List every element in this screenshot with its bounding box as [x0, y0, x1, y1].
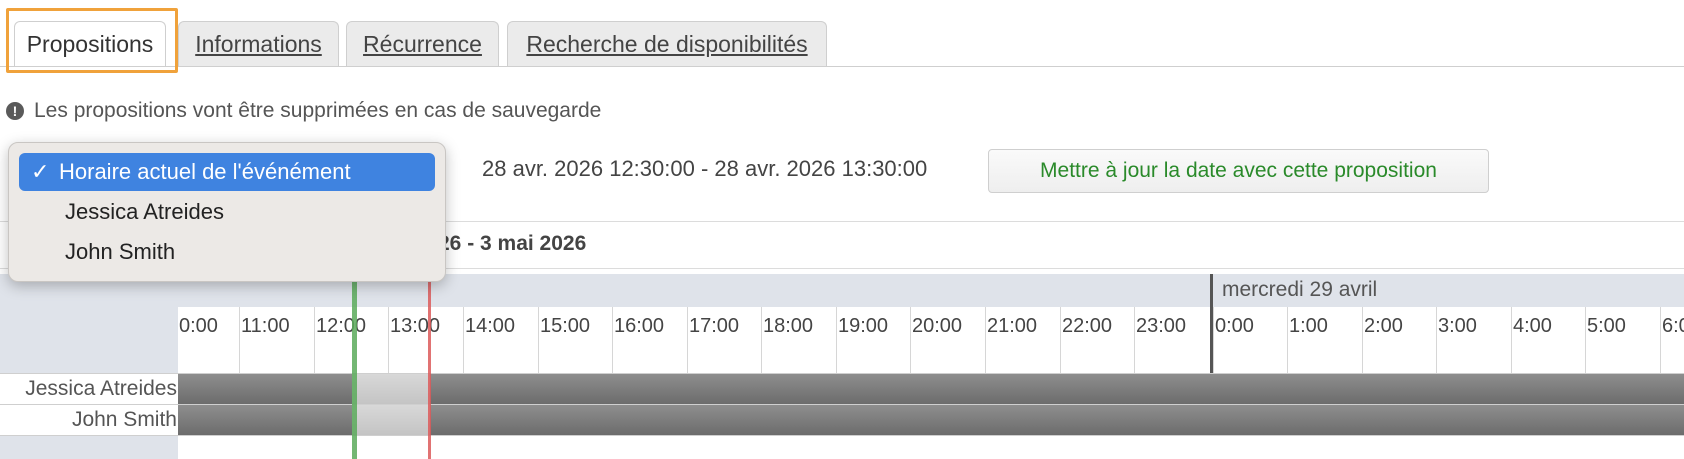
- dropdown-option-current-event[interactable]: ✓ Horaire actuel de l'événément: [19, 153, 435, 191]
- proposition-range: 28 avr. 2026 12:30:00 - 28 avr. 2026 13:…: [482, 156, 928, 181]
- row-separator: [0, 435, 1684, 436]
- day-label: mercredi 29 avril: [1222, 278, 1378, 301]
- proposal-start-marker[interactable]: [352, 282, 357, 459]
- week-range: 26 - 3 mai 2026: [438, 232, 587, 255]
- hour-label: 14:00: [463, 307, 538, 373]
- attendee-label-jessica: Jessica Atreides: [0, 374, 178, 404]
- hour-label: 20:00: [910, 307, 985, 373]
- dropdown-option-john[interactable]: John Smith: [19, 233, 435, 271]
- tab-availability-search[interactable]: Recherche de disponibilités: [507, 21, 827, 66]
- dropdown-option-label: Jessica Atreides: [65, 199, 224, 224]
- update-date-button[interactable]: Mettre à jour la date avec cette proposi…: [988, 149, 1489, 193]
- dropdown-option-label: Horaire actuel de l'événément: [59, 159, 351, 184]
- hour-label: 3:00: [1436, 307, 1511, 373]
- hour-label: 15:00: [538, 307, 613, 373]
- hour-label: 23:00: [1134, 307, 1209, 373]
- proposition-dropdown-menu[interactable]: ✓ Horaire actuel de l'événément Jessica …: [8, 142, 446, 282]
- hour-label: 22:00: [1060, 307, 1135, 373]
- day-divider: [1210, 274, 1213, 374]
- hour-label: 6:0: [1660, 307, 1684, 373]
- hour-label: 2:00: [1362, 307, 1437, 373]
- exclamation-circle-icon: !: [6, 102, 24, 120]
- tab-underline: [0, 66, 1684, 67]
- hour-label: 1:00: [1287, 307, 1362, 373]
- tab-bar: Propositions Informations Récurrence Rec…: [0, 0, 1684, 73]
- checkmark-icon: ✓: [31, 159, 50, 184]
- dropdown-option-label: John Smith: [65, 239, 176, 264]
- tab-recurrence[interactable]: Récurrence: [346, 21, 499, 66]
- notice: ! Les propositions vont être supprimées …: [6, 98, 601, 124]
- hour-label: 4:00: [1511, 307, 1586, 373]
- hour-label: 16:00: [612, 307, 687, 373]
- proposed-slot-john: [352, 405, 430, 435]
- hour-label: 18:00: [761, 307, 836, 373]
- hours-header: 0:00 11:00 12:00 13:00 14:00 15:00 16:00…: [178, 307, 1684, 373]
- hour-label: 13:00: [388, 307, 463, 373]
- notice-text: Les propositions vont être supprimées en…: [34, 99, 602, 122]
- dropdown-option-jessica[interactable]: Jessica Atreides: [19, 193, 435, 231]
- hour-label: 21:00: [985, 307, 1060, 373]
- proposed-slot-jessica: [352, 374, 430, 404]
- hour-label: 0:00: [1213, 307, 1288, 373]
- hour-label: 11:00: [239, 307, 314, 373]
- tab-propositions[interactable]: Propositions: [14, 21, 166, 67]
- hour-label: 19:00: [836, 307, 911, 373]
- tab-informations[interactable]: Informations: [178, 21, 339, 66]
- hour-label: 5:00: [1585, 307, 1660, 373]
- proposal-end-marker[interactable]: [428, 282, 431, 459]
- attendee-label-john: John Smith: [0, 405, 178, 435]
- hour-label: 17:00: [687, 307, 762, 373]
